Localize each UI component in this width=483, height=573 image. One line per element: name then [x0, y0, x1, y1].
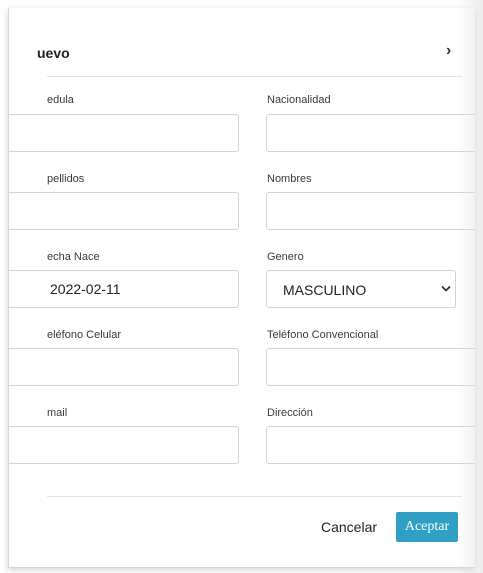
email-input[interactable] — [9, 426, 239, 464]
accept-button[interactable]: Aceptar — [396, 512, 458, 542]
chevron-down-icon — [441, 286, 451, 292]
telefono-celular-input[interactable] — [9, 348, 239, 386]
new-record-modal: uevo › edula Nacionalidad pellidos Nombr… — [8, 8, 475, 568]
telefono-convencional-label: Teléfono Convencional — [267, 329, 379, 341]
nombres-input[interactable] — [266, 192, 475, 230]
apellidos-input[interactable] — [9, 192, 239, 230]
header-divider — [47, 76, 462, 77]
cedula-input[interactable] — [9, 114, 239, 152]
nacionalidad-label: Nacionalidad — [267, 94, 331, 106]
cedula-label: edula — [47, 94, 74, 106]
page: uevo › edula Nacionalidad pellidos Nombr… — [0, 0, 483, 573]
apellidos-label: pellidos — [47, 173, 85, 185]
genero-select[interactable]: MASCULINO — [266, 270, 456, 308]
nombres-label: Nombres — [267, 173, 312, 185]
genero-label: Genero — [267, 251, 304, 263]
modal-title: uevo — [37, 45, 70, 61]
nacionalidad-input[interactable] — [266, 114, 475, 152]
direccion-input[interactable] — [266, 426, 475, 464]
fecha-nace-label: echa Nace — [47, 251, 100, 263]
close-icon[interactable]: › — [446, 43, 451, 59]
cancel-button[interactable]: Cancelar — [321, 519, 377, 535]
telefono-celular-label: eléfono Celular — [47, 329, 121, 341]
fecha-nace-input[interactable]: 2022-02-11 — [9, 270, 239, 308]
email-label: mail — [47, 407, 68, 419]
telefono-convencional-input[interactable] — [266, 348, 475, 386]
direccion-label: Dirección — [267, 407, 313, 419]
genero-selected-value: MASCULINO — [283, 282, 367, 298]
footer-divider — [47, 496, 462, 497]
